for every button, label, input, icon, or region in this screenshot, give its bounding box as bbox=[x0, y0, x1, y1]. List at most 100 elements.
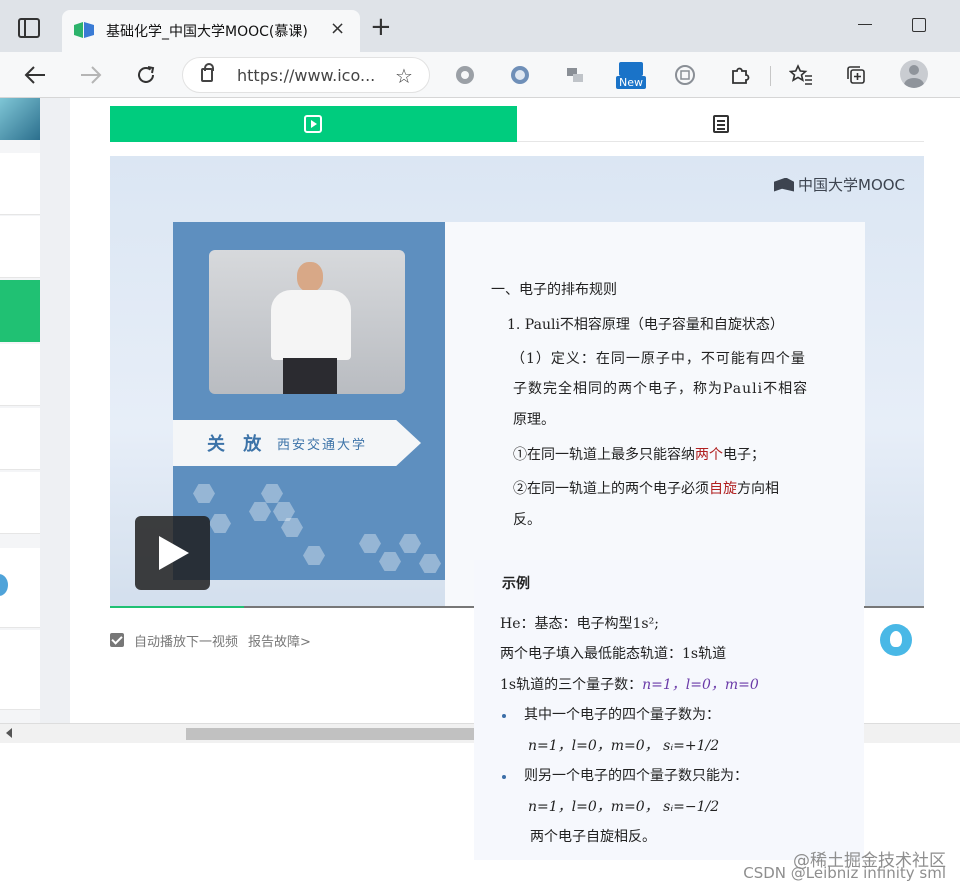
sidebar-item[interactable] bbox=[0, 408, 40, 470]
hexagon-decoration bbox=[303, 546, 325, 565]
example-line-6: 则另一个电子的四个量子数只能为： bbox=[524, 768, 748, 784]
tab-title: 基础化学_中国大学MOOC(慕课) bbox=[106, 24, 308, 40]
slide-principle: 1. Pauli不相容原理（电子容量和自旋状态） bbox=[507, 317, 784, 333]
left-sidebar bbox=[0, 98, 40, 723]
extension-shield-icon[interactable] bbox=[507, 62, 533, 88]
scrollbar-thumb[interactable] bbox=[186, 728, 486, 740]
slide-heading: 一、电子的排布规则 bbox=[491, 282, 617, 298]
hexagon-decoration bbox=[249, 502, 271, 521]
qq-share-icon[interactable] bbox=[880, 624, 912, 656]
slide-point2-end: 方向相 bbox=[737, 481, 779, 497]
slide-point2: ②在同一轨道上的两个电子必须自旋方向相 bbox=[513, 479, 779, 499]
hexagon-decoration bbox=[379, 552, 401, 571]
slide-point1-end: 电子； bbox=[723, 447, 765, 463]
sidebar-item-active[interactable] bbox=[0, 280, 40, 342]
extensions-puzzle-icon[interactable] bbox=[727, 62, 753, 88]
csdn-watermark: CSDN @Leibniz infinity sml bbox=[743, 864, 946, 882]
lecturer-head bbox=[297, 262, 323, 292]
extension-circle-icon[interactable] bbox=[452, 62, 478, 88]
document-icon bbox=[713, 115, 729, 133]
browser-toolbar: https://www.ico... ☆ New bbox=[0, 52, 960, 98]
extension-capture-icon[interactable] bbox=[562, 62, 588, 88]
example-line-5: n=1，l=0，m=0， sᵢ=+1/2 bbox=[528, 738, 720, 754]
tab-actions-icon[interactable] bbox=[18, 18, 40, 38]
example-line-4: 其中一个电子的四个量子数为： bbox=[524, 707, 720, 723]
example-slide-overlay: 示例 He：基态：电子构型1s²; 两个电子填入最低能态轨道：1s轨道 1s轨道… bbox=[474, 560, 864, 860]
browser-tab-active[interactable]: 基础化学_中国大学MOOC(慕课) × bbox=[62, 10, 360, 52]
example-line-3-text: 1s轨道的三个量子数： bbox=[500, 677, 643, 693]
example-title: 示例 bbox=[502, 576, 530, 592]
lecturer-name: 关 放 bbox=[207, 434, 268, 455]
slide-point2-line2: 反。 bbox=[513, 512, 541, 528]
hexagon-decoration bbox=[359, 534, 381, 553]
lesson-type-tabs bbox=[110, 106, 924, 142]
bullet-icon bbox=[502, 775, 506, 779]
video-logo-text: 中国大学MOOC bbox=[798, 176, 906, 194]
video-options: 自动播放下一视频 报告故障> bbox=[110, 630, 311, 650]
new-tab-button[interactable]: + bbox=[370, 14, 392, 40]
slide-point1-text: ①在同一轨道上最多只能容纳 bbox=[513, 447, 695, 463]
reload-icon[interactable] bbox=[133, 62, 159, 88]
hexagon-decoration bbox=[209, 514, 231, 533]
tab-video[interactable] bbox=[110, 106, 517, 142]
lecturer-video-frame bbox=[209, 250, 405, 394]
slide-definition-line3: 原理。 bbox=[513, 412, 555, 428]
hexagon-decoration bbox=[419, 554, 441, 573]
new-badge-label: New bbox=[616, 76, 646, 89]
report-issue-link[interactable]: 报告故障> bbox=[248, 631, 311, 650]
slide-definition-line1: （1）定义：在同一原子中，不可能有四个量 bbox=[511, 351, 806, 367]
sidebar-item[interactable] bbox=[0, 630, 40, 710]
play-button[interactable] bbox=[135, 516, 210, 590]
address-text[interactable]: https://www.ico... bbox=[237, 66, 375, 85]
window-minimize-button[interactable] bbox=[858, 24, 872, 25]
sidebar-course-thumb[interactable] bbox=[0, 98, 40, 140]
profile-avatar-icon[interactable] bbox=[900, 60, 928, 88]
extension-new-icon[interactable]: New bbox=[616, 62, 646, 90]
mooc-favicon-icon bbox=[74, 22, 94, 38]
lecturer-name-banner: 关 放 西安交通大学 bbox=[173, 420, 421, 466]
slide-point2-emphasis: 自旋 bbox=[709, 481, 737, 497]
hexagon-decoration bbox=[193, 484, 215, 503]
back-arrow-icon[interactable] bbox=[22, 62, 48, 88]
address-bar[interactable]: https://www.ico... ☆ bbox=[182, 57, 430, 93]
scroll-left-icon[interactable] bbox=[6, 728, 12, 738]
collections-icon[interactable] bbox=[843, 62, 869, 88]
course-thumbnail bbox=[0, 98, 40, 140]
lecturer-panel: 关 放 西安交通大学 bbox=[173, 222, 445, 580]
forward-arrow-icon[interactable] bbox=[78, 62, 104, 88]
lecturer-body bbox=[271, 290, 351, 360]
lecture-slide: 一、电子的排布规则 1. Pauli不相容原理（电子容量和自旋状态） （1）定义… bbox=[445, 222, 865, 608]
window-maximize-button[interactable] bbox=[912, 18, 926, 32]
tab-document[interactable] bbox=[517, 106, 924, 142]
sidebar-item[interactable] bbox=[0, 472, 40, 534]
hexagon-decoration bbox=[261, 484, 283, 503]
bullet-icon bbox=[502, 714, 506, 718]
toolbar-separator bbox=[770, 66, 771, 86]
video-player[interactable]: 中国大学MOOC 关 放 西安交通大学 一、电子的排布规则 1. Pauli不相… bbox=[110, 156, 924, 608]
sidebar-item[interactable] bbox=[0, 344, 40, 406]
autoplay-label: 自动播放下一视频 bbox=[134, 634, 239, 650]
video-progress-played bbox=[110, 606, 245, 608]
slide-point1: ①在同一轨道上最多只能容纳两个电子； bbox=[513, 445, 765, 465]
add-favorite-icon[interactable]: ☆ bbox=[395, 64, 413, 88]
extension-grid-icon[interactable] bbox=[672, 62, 698, 88]
example-line-3: 1s轨道的三个量子数：n=1，l=0，m=0 bbox=[500, 675, 759, 695]
lock-icon[interactable] bbox=[201, 63, 214, 82]
slide-point2-text: ②在同一轨道上的两个电子必须 bbox=[513, 481, 709, 497]
lecturer-school: 西安交通大学 bbox=[277, 438, 368, 453]
example-line-2: 两个电子填入最低能态轨道：1s轨道 bbox=[500, 646, 727, 662]
autoplay-checkbox[interactable] bbox=[110, 633, 124, 647]
example-line-8: 两个电子自旋相反。 bbox=[530, 829, 656, 845]
tab-close-icon[interactable]: × bbox=[330, 18, 345, 39]
sidebar-item[interactable] bbox=[0, 153, 40, 215]
sidebar-item[interactable] bbox=[0, 216, 40, 278]
browser-tab-strip: 基础化学_中国大学MOOC(慕课) × + bbox=[0, 0, 960, 52]
slide-point1-emphasis: 两个 bbox=[695, 447, 723, 463]
mooc-logo-icon bbox=[774, 177, 794, 192]
new-badge-box bbox=[619, 62, 643, 76]
example-line-1: He：基态：电子构型1s²; bbox=[500, 616, 659, 632]
screenshot-root: 基础化学_中国大学MOOC(慕课) × + https://www.ico...… bbox=[0, 0, 960, 890]
video-play-icon bbox=[304, 115, 322, 133]
favorites-icon[interactable] bbox=[788, 62, 814, 88]
example-line-7: n=1，l=0，m=0， sᵢ=−1/2 bbox=[528, 799, 720, 815]
